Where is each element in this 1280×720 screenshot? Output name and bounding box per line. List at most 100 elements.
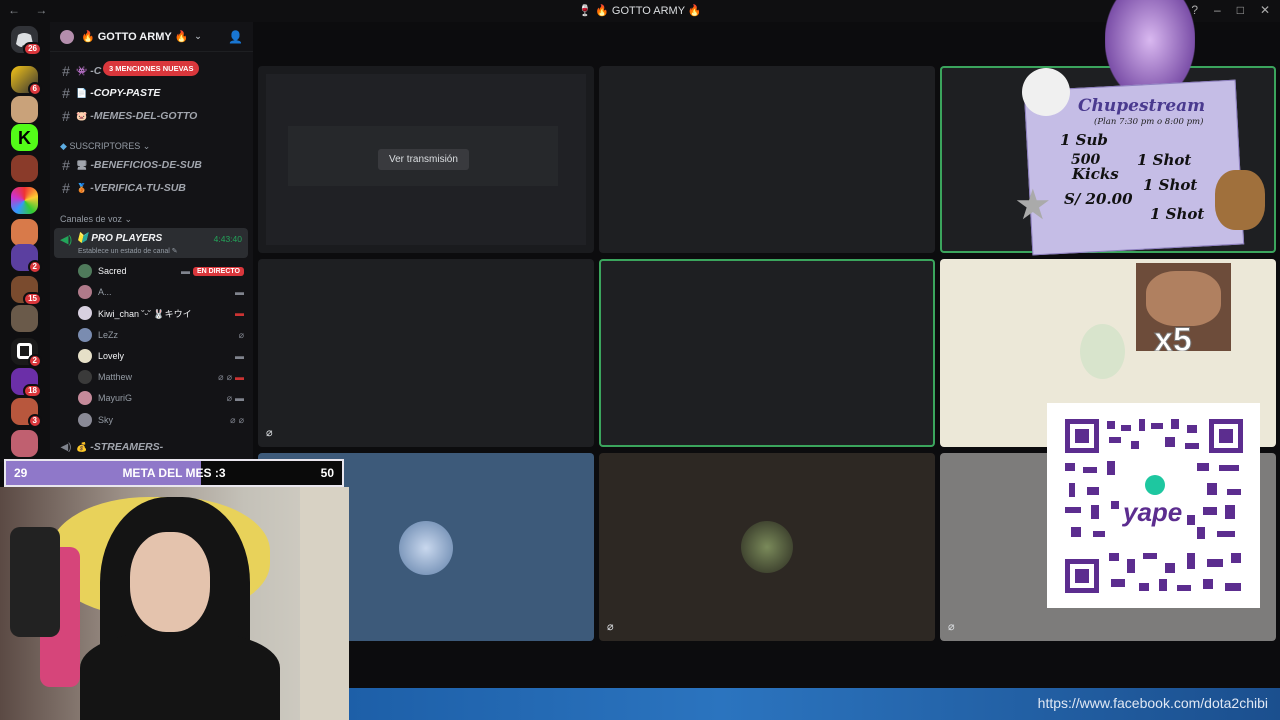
cat-sticker: [1022, 68, 1070, 116]
watch-stream-button[interactable]: Ver transmisión: [378, 149, 469, 170]
server-badge: 15: [23, 292, 42, 306]
promo-line: S/ 20.00: [1064, 190, 1133, 208]
server-icon[interactable]: 18: [11, 368, 42, 398]
server-icon[interactable]: 15: [11, 276, 42, 306]
dm-home-button[interactable]: 26: [11, 26, 42, 56]
mic-muted-icon: ⌀: [226, 392, 232, 403]
avatar: [78, 285, 92, 299]
avatar: [741, 521, 793, 573]
voice-channel-label: PRO PLAYERS: [91, 233, 163, 244]
server-badge: 2: [27, 260, 42, 274]
voice-member[interactable]: MayuriG ⌀ ▬: [78, 388, 244, 408]
deafened-icon: ⌀: [238, 414, 244, 425]
camera-icon: ▬: [235, 393, 244, 403]
member-name: Sacred: [98, 266, 127, 276]
avatar-art: [1080, 324, 1125, 379]
member-icons: ▬: [235, 308, 244, 318]
yape-qr-code: yape: [1047, 403, 1260, 608]
promo-line: 1 Shot: [1143, 176, 1198, 194]
voice-member[interactable]: LeZz ⌀: [78, 325, 244, 345]
member-icons: ▬ EN DIRECTO: [181, 266, 244, 276]
channel-item[interactable]: # 🐷 -MEMES-DEL-GOTTO: [56, 106, 248, 126]
channel-item[interactable]: # 📄 -COPY-PASTE: [56, 83, 248, 103]
live-badge: EN DIRECTO: [192, 266, 244, 276]
promo-line: 1 Shot: [1150, 205, 1205, 223]
server-icon[interactable]: 2: [11, 244, 42, 274]
new-mentions-pill[interactable]: 3 MENCIONES NUEVAS: [103, 61, 200, 76]
voice-member[interactable]: Sky ⌀ ⌀: [78, 410, 244, 430]
kick-server-icon[interactable]: K: [11, 124, 38, 151]
deafened-icon: ⌀: [226, 371, 232, 382]
capybara-sticker: [1215, 170, 1265, 230]
mic-muted-icon: ⌀: [230, 414, 236, 425]
voice-timer: 4:43:40: [213, 234, 242, 244]
server-icon[interactable]: 6: [11, 66, 42, 96]
camera-icon: ▬: [235, 287, 244, 297]
channel-emoji: 🖥: [76, 159, 88, 170]
add-member-icon[interactable]: 👤: [228, 30, 243, 44]
channel-status[interactable]: Establece un estado de canal ✎: [78, 247, 178, 255]
hash-icon: #: [62, 180, 70, 196]
channel-emoji: 🐷: [76, 110, 88, 121]
voice-member[interactable]: Matthew ⌀ ⌀ ▬: [78, 367, 244, 387]
server-icon[interactable]: [11, 219, 38, 246]
server-icon[interactable]: [11, 96, 38, 123]
mic-muted-icon: ⌀: [607, 621, 614, 633]
member-icons: ▬: [235, 351, 244, 361]
member-icons: ⌀ ▬: [227, 393, 244, 404]
server-icon[interactable]: [11, 187, 38, 214]
category-subscribers[interactable]: ◆ SUSCRIPTORES ⌄: [60, 141, 150, 152]
promo-title: Chupestream: [1078, 96, 1206, 116]
server-icon[interactable]: 2: [11, 338, 42, 368]
avatar: [399, 521, 453, 575]
video-tile[interactable]: ⌀: [258, 259, 594, 447]
voice-member[interactable]: A... ▬: [78, 282, 244, 302]
channel-item[interactable]: # 🥉 -VERIFICA-TU-SUB: [56, 178, 248, 198]
server-badge: 3: [27, 414, 42, 428]
server-icon[interactable]: 3: [11, 398, 42, 428]
member-icons: ⌀: [239, 330, 244, 341]
facebook-url: https://www.facebook.com/dota2chibi: [1037, 695, 1268, 711]
avatar: [78, 370, 92, 384]
microphone: [10, 527, 60, 637]
voice-member[interactable]: Lovely ▬: [78, 346, 244, 366]
dm-badge: 26: [23, 42, 42, 56]
voice-member[interactable]: Kiwi_chan ˘ᵕ˘ 🐰キウイ ▬: [78, 303, 244, 323]
channel-emoji: 📄: [76, 87, 88, 98]
voice-member[interactable]: Sacred ▬ EN DIRECTO: [78, 261, 244, 281]
category-voice[interactable]: Canales de voz ⌄: [60, 214, 132, 225]
category-label: SUSCRIPTORES: [69, 141, 141, 151]
category-label: Canales de voz: [60, 214, 123, 224]
channel-name: -STREAMERS-: [90, 441, 164, 453]
server-rail: 26 6 K 2 15 2 18 3: [0, 22, 50, 462]
video-tile[interactable]: ⌀: [599, 453, 935, 641]
promo-subtitle: (Plan 7:30 pm o 8:00 pm): [1094, 117, 1204, 127]
channel-item[interactable]: # 🖥 -BENEFICIOS-DE-SUB: [56, 155, 248, 175]
server-badge: 18: [23, 384, 42, 398]
server-icon[interactable]: [11, 430, 38, 457]
server-badge: 6: [27, 82, 42, 96]
stream-tile[interactable]: Ver transmisión: [258, 66, 594, 253]
diamond-icon: ◆: [60, 141, 67, 151]
voice-channel-pro-players[interactable]: ◀) 🔰 PRO PLAYERS Establece un estado de …: [54, 228, 248, 258]
video-tile[interactable]: [599, 66, 935, 253]
server-icon[interactable]: [11, 305, 38, 332]
channel-name: -VERIFICA-TU-SUB: [90, 182, 186, 194]
member-name: Kiwi_chan ˘ᵕ˘ 🐰キウイ: [98, 308, 192, 319]
server-avatar: [60, 29, 74, 44]
voice-channel-streamers[interactable]: ◀) 💰 -STREAMERS-: [56, 437, 248, 457]
hash-icon: #: [62, 157, 70, 173]
flag-icon: ▬: [235, 308, 244, 318]
avatar: [78, 349, 92, 363]
member-name: Sky: [98, 415, 114, 425]
member-name: Matthew: [98, 372, 133, 382]
server-badge: 2: [27, 354, 42, 368]
mic-muted-icon: ⌀: [948, 621, 955, 633]
server-icon[interactable]: [11, 155, 38, 182]
mic-muted-icon: ⌀: [266, 427, 273, 439]
x5-text: x5: [1154, 321, 1193, 352]
server-header[interactable]: 🔥 GOTTO ARMY 🔥 ⌄ 👤: [50, 22, 253, 52]
video-tile[interactable]: [599, 259, 935, 447]
speaker-icon: ◀): [60, 234, 73, 246]
star-icon: ★: [1014, 181, 1052, 228]
